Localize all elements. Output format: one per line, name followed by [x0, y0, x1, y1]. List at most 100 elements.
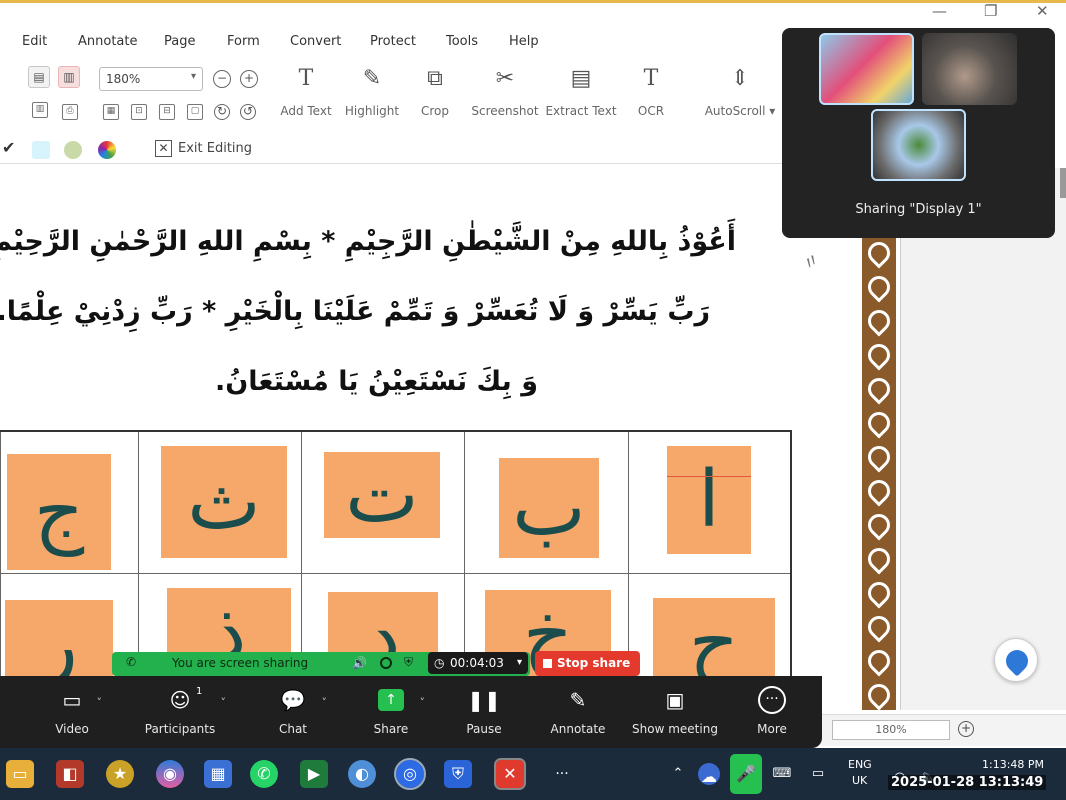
- display-icon[interactable]: ▭: [804, 760, 832, 788]
- more-apps-icon[interactable]: ···: [548, 760, 576, 788]
- meeting-controls: ˅ ▭ Video ˅ ☺ 1 Participants ˅ 💬 Chat ˅ …: [0, 676, 822, 748]
- show-meeting-button[interactable]: ▣ Show meeting: [627, 684, 723, 736]
- chevron-down-icon: ▾: [190, 71, 196, 82]
- participants-icon: ☺: [169, 688, 191, 712]
- keyboard-icon[interactable]: ⌨: [768, 760, 796, 788]
- pdf-app-icon[interactable]: ✕: [494, 758, 526, 790]
- toolbar: ▤ ▥ 180% ▾ − + ▥ ⎙ ▦ ⊡ ⊟ ▢ ↻ ↺ T Add Tex…: [0, 58, 790, 130]
- edge-icon[interactable]: ◐: [348, 760, 376, 788]
- app-icon[interactable]: ◧: [56, 760, 84, 788]
- zoom-app-icon[interactable]: ◎: [394, 758, 426, 790]
- color-wheel-icon[interactable]: [98, 141, 116, 159]
- defender-icon[interactable]: ⛨: [444, 760, 472, 788]
- zoom-select[interactable]: 180% ▾: [99, 67, 203, 91]
- single-page-view-icon[interactable]: ▤: [28, 66, 50, 88]
- chat-icon: 💬: [280, 688, 306, 712]
- letter-tile: ر: [5, 600, 113, 678]
- share-icon: ↑: [378, 689, 404, 711]
- language-region[interactable]: UK: [852, 774, 867, 787]
- pause-button[interactable]: ❚❚ Pause: [436, 684, 532, 736]
- medal-app-icon[interactable]: ★: [106, 760, 134, 788]
- menu-form[interactable]: Form: [227, 34, 260, 49]
- chevron-down-icon[interactable]: ˅: [322, 696, 328, 709]
- vertical-scrollbar[interactable]: [1060, 168, 1066, 198]
- share-button[interactable]: ↑ Share ˅: [343, 684, 439, 736]
- chevron-up-icon[interactable]: ⌃: [664, 760, 692, 788]
- two-page-view-icon[interactable]: ▥: [58, 66, 80, 88]
- share-label: Share: [373, 722, 409, 736]
- ocr-button[interactable]: T OCR: [612, 64, 690, 118]
- fit-page-icon[interactable]: ▦: [103, 104, 119, 120]
- more-button[interactable]: ··· More: [724, 684, 820, 736]
- participants-button[interactable]: ☺ 1 Participants ˅: [132, 684, 228, 736]
- menu-tools[interactable]: Tools: [446, 34, 478, 49]
- clock-time[interactable]: 1:13:48 PM: [982, 758, 1044, 771]
- copilot-assistant-icon[interactable]: [994, 638, 1038, 682]
- menu-convert[interactable]: Convert: [290, 34, 341, 49]
- sharing-status-text: You are screen sharing: [172, 656, 309, 670]
- shield-icon[interactable]: ⛨: [404, 655, 413, 670]
- video-button[interactable]: ▭ Video ˅: [24, 684, 120, 736]
- print-icon[interactable]: ⎙: [62, 104, 78, 120]
- chat-button[interactable]: 💬 Chat ˅: [245, 684, 341, 736]
- speaker-icon[interactable]: 🔊: [352, 656, 367, 670]
- autoscroll-button[interactable]: ⇕ AutoScroll ▾: [701, 64, 779, 118]
- highlight-label: Highlight: [344, 104, 400, 118]
- rotate-left-icon[interactable]: ↺: [240, 104, 256, 120]
- meet-icon[interactable]: ▶: [300, 760, 328, 788]
- close-icon[interactable]: ✕: [1036, 2, 1049, 20]
- actual-size-icon[interactable]: ⊟: [159, 104, 175, 120]
- language-code[interactable]: ENG: [848, 758, 872, 771]
- exit-editing-button[interactable]: ✕ Exit Editing: [155, 140, 252, 157]
- full-screen-icon[interactable]: ▢: [187, 104, 203, 120]
- onedrive-icon[interactable]: ☁: [698, 763, 720, 786]
- color-swatch-cyan[interactable]: [32, 141, 50, 159]
- participant-video-tile[interactable]: [819, 33, 914, 105]
- zoom-in-icon[interactable]: +: [958, 721, 974, 737]
- menu-help[interactable]: Help: [509, 34, 539, 49]
- participant-video-tile[interactable]: [922, 33, 1017, 105]
- video-panel: Sharing "Display 1": [782, 28, 1055, 238]
- annotate-button[interactable]: ✎ Annotate: [530, 684, 626, 736]
- ocr-label: OCR: [637, 104, 665, 118]
- add-text-icon: T: [298, 66, 314, 91]
- vine-leaf-icon: [863, 611, 895, 643]
- microphone-icon[interactable]: 🎤: [730, 754, 762, 794]
- chevron-down-icon[interactable]: ˅: [97, 696, 103, 709]
- zoom-in-icon[interactable]: +: [240, 70, 258, 88]
- phone-icon: ✆: [126, 655, 137, 669]
- status-zoom-field[interactable]: 180%: [832, 720, 950, 740]
- menu-page[interactable]: Page: [164, 34, 195, 49]
- checkmark-icon[interactable]: ✔: [2, 138, 15, 157]
- menu-protect[interactable]: Protect: [370, 34, 416, 49]
- audio-chevron[interactable]: ˅: [0, 684, 14, 716]
- video-camera-icon: ▭: [62, 688, 82, 712]
- chevron-down-icon[interactable]: ˅: [221, 696, 227, 709]
- color-swatch-green[interactable]: [64, 141, 82, 159]
- screenshot-button[interactable]: ✂ Screenshot: [466, 64, 544, 118]
- share-timer[interactable]: ◷ 00:04:03 ▾: [428, 652, 528, 674]
- grid-cell: ح: [628, 574, 790, 678]
- crop-button[interactable]: ⧉ Crop: [396, 64, 474, 118]
- zoom-out-icon[interactable]: −: [213, 70, 231, 88]
- store-icon[interactable]: ▦: [204, 760, 232, 788]
- minimize-icon[interactable]: —: [932, 2, 947, 20]
- browser-icon[interactable]: ◉: [156, 760, 184, 788]
- file-explorer-icon[interactable]: ▭: [6, 760, 34, 788]
- chevron-down-icon[interactable]: ˅: [420, 696, 426, 709]
- menu-annotate[interactable]: Annotate: [78, 34, 137, 49]
- stop-share-button[interactable]: Stop share: [535, 651, 640, 676]
- menu-edit[interactable]: Edit: [22, 34, 47, 49]
- vine-leaf-icon: [863, 577, 895, 609]
- vine-leaf-icon: [863, 679, 895, 710]
- whatsapp-icon[interactable]: ✆: [250, 760, 278, 788]
- self-video-tile[interactable]: [871, 109, 966, 181]
- rotate-right-icon[interactable]: ↻: [214, 104, 230, 120]
- extract-text-button[interactable]: ▤ Extract Text: [542, 64, 620, 118]
- thumbnail-view-icon[interactable]: ▥: [32, 102, 48, 118]
- fit-width-icon[interactable]: ⊡: [131, 104, 147, 120]
- vine-leaf-icon: [863, 475, 895, 507]
- record-icon[interactable]: [380, 657, 392, 669]
- vine-leaf-icon: [863, 543, 895, 575]
- restore-icon[interactable]: ❐: [984, 2, 997, 20]
